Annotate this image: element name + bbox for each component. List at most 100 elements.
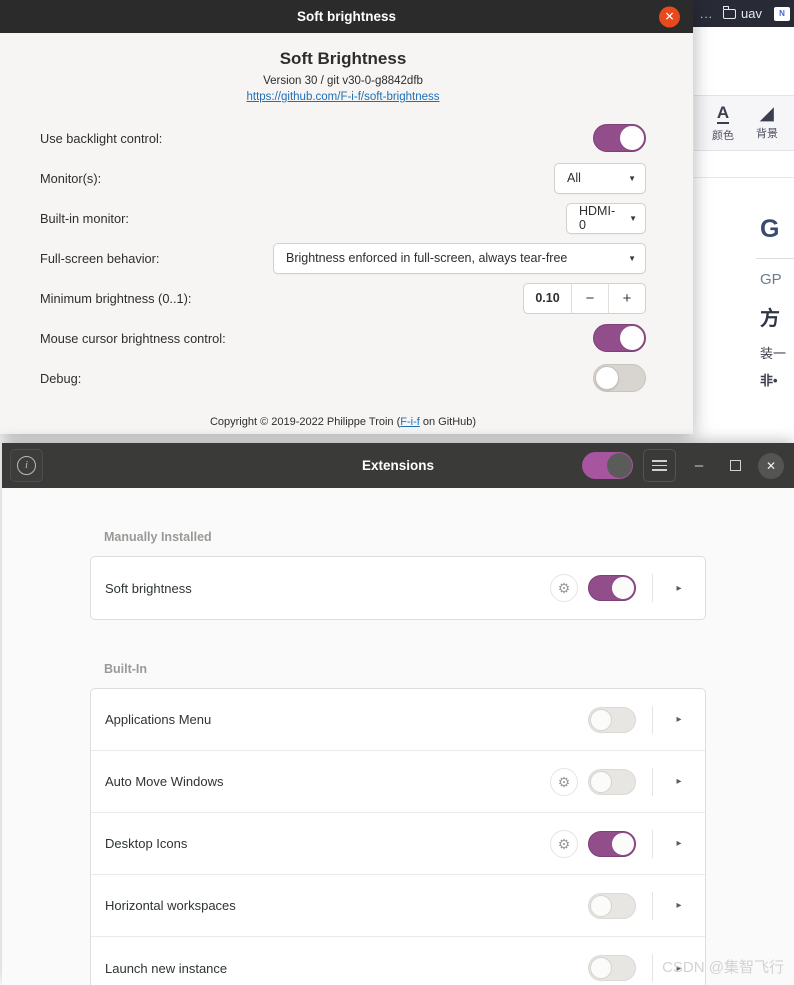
close-icon[interactable]: ✕ [659, 6, 680, 27]
extensions-window: i Extensions – ✕ Manually Installed Soft… [2, 443, 794, 985]
chevron-right-icon[interactable]: ▸ [653, 900, 705, 911]
dropdown-builtin-monitor-value: HDMI-0 [579, 204, 616, 232]
dropdown-monitors-value: All [567, 171, 581, 185]
toggle-extension-desktop-icons[interactable] [588, 830, 636, 857]
toggle-knob [590, 770, 612, 793]
menu-line [652, 460, 667, 462]
toolbar-item-font-color[interactable]: A 颜色 [712, 104, 734, 143]
topbar-overflow-ellipsis[interactable]: ... [700, 7, 713, 21]
toolbar-item-background[interactable]: ◢ 背景 [756, 105, 778, 141]
setting-label-debug: Debug: [40, 370, 82, 386]
document-rule [756, 258, 794, 259]
gear-icon[interactable]: ⚙ [550, 767, 578, 796]
extension-group-built-in: Applications Menu ▸ Auto Move Windows ⚙ [90, 688, 706, 985]
setting-label-monitors: Monitor(s): [40, 170, 102, 186]
soft-brightness-version: Version 30 / git v30-0-g8842dfb [263, 75, 423, 87]
info-icon[interactable]: i [10, 449, 43, 482]
chevron-down-icon: ▼ [629, 213, 637, 223]
list-item[interactable]: Auto Move Windows ⚙ ▸ [91, 751, 705, 813]
extension-group-manually-installed: Soft brightness ⚙ ▸ [90, 556, 706, 620]
setting-row-minimum-brightness: Minimum brightness (0..1): 0.10 − + [40, 282, 646, 314]
toggle-knob [620, 326, 644, 350]
toggle-knob [612, 577, 634, 599]
setting-label-mouse-cursor-brightness: Mouse cursor brightness control: [40, 330, 226, 346]
chevron-right-icon[interactable]: ▸ [653, 838, 705, 849]
maximize-icon[interactable] [722, 453, 748, 479]
dropdown-monitors[interactable]: All ▼ [554, 162, 646, 194]
setting-row-use-backlight-control: Use backlight control: [40, 122, 646, 154]
list-item[interactable]: Soft brightness ⚙ ▸ [91, 557, 705, 619]
setting-label-use-backlight-control: Use backlight control: [40, 130, 163, 146]
extension-name-desktop-icons: Desktop Icons [105, 836, 188, 851]
toolbar-item-font-color-label: 颜色 [712, 129, 734, 142]
soft-brightness-body: Soft Brightness Version 30 / git v30-0-g… [0, 33, 693, 434]
list-item[interactable]: Desktop Icons ⚙ ▸ [91, 813, 705, 875]
toggle-extension-applications-menu[interactable] [588, 706, 636, 733]
toggle-extension-soft-brightness[interactable] [588, 575, 636, 601]
spinner-increment-button[interactable]: + [608, 283, 645, 313]
menu-line [652, 464, 667, 467]
chevron-right-icon[interactable]: ▸ [653, 776, 705, 787]
toolbar-divider [694, 177, 794, 178]
extension-name-horizontal-workspaces: Horizontal workspaces [105, 898, 236, 913]
soft-brightness-project-link[interactable]: https://github.com/F-i-f/soft-brightness [40, 91, 646, 103]
gear-icon[interactable]: ⚙ [550, 574, 578, 602]
setting-row-builtin-monitor: Built-in monitor: HDMI-0 ▼ [40, 202, 646, 234]
topbar-folder-tab[interactable]: uav [722, 5, 762, 21]
toggle-mouse-cursor-brightness[interactable] [593, 324, 646, 352]
gear-icon[interactable]: ⚙ [550, 829, 578, 858]
spinner-decrement-button[interactable]: − [571, 283, 608, 313]
extensions-header: i Extensions – ✕ [2, 443, 794, 488]
toggle-debug[interactable] [593, 364, 646, 392]
copyright-author-link[interactable]: F-i-f [400, 416, 420, 428]
toggle-extensions-master[interactable] [582, 452, 633, 479]
toggle-knob [620, 126, 644, 150]
toggle-use-backlight-control[interactable] [593, 124, 646, 152]
hamburger-menu-icon[interactable] [643, 449, 676, 482]
gear-icon-placeholder [552, 955, 578, 981]
copyright-prefix: Copyright © 2019-2022 Philippe Troin ( [209, 416, 401, 428]
chevron-right-icon[interactable]: ▸ [653, 714, 705, 725]
info-glyph: i [17, 456, 36, 475]
menu-line [652, 469, 667, 471]
extensions-content: Manually Installed Soft brightness ⚙ ▸ B… [2, 488, 794, 985]
list-item[interactable]: Horizontal workspaces ▸ [91, 875, 705, 937]
document-body-line-1: 装一 [760, 346, 787, 361]
spinner-minimum-brightness[interactable]: 0.10 − + [523, 282, 646, 314]
font-color-icon: A [716, 102, 730, 124]
toggle-knob [590, 708, 612, 731]
soft-brightness-window: Soft brightness ✕ Soft Brightness Versio… [0, 0, 693, 434]
chevron-right-icon[interactable]: ▸ [653, 963, 705, 974]
extension-name-applications-menu: Applications Menu [105, 712, 212, 727]
document-heading: G [760, 215, 780, 243]
toggle-extension-auto-move-windows[interactable] [588, 768, 636, 795]
soft-brightness-titlebar: Soft brightness ✕ [0, 0, 693, 33]
topbar-app-badge-icon[interactable]: N [774, 6, 790, 21]
background-document: G GP 方 装一 非• [694, 185, 794, 389]
chevron-right-icon[interactable]: ▸ [653, 583, 705, 594]
chevron-down-icon: ▼ [628, 253, 636, 263]
toggle-knob [595, 366, 619, 390]
copyright-notice: Copyright © 2019-2022 Philippe Troin (F-… [40, 416, 646, 428]
dropdown-builtin-monitor[interactable]: HDMI-0 ▼ [566, 202, 646, 234]
minimize-icon[interactable]: – [686, 453, 712, 479]
setting-label-builtin-monitor: Built-in monitor: [40, 210, 129, 226]
dropdown-fullscreen-behavior-value: Brightness enforced in full-screen, alwa… [286, 251, 568, 265]
section-title-manually-installed: Manually Installed [104, 530, 212, 544]
folder-icon [722, 5, 737, 19]
toggle-knob [612, 832, 634, 855]
close-icon[interactable]: ✕ [758, 452, 784, 479]
list-item[interactable]: Launch new instance ▸ [91, 937, 705, 985]
toggle-extension-horizontal-workspaces[interactable] [588, 892, 636, 919]
soft-brightness-app-name: Soft Brightness [279, 49, 407, 68]
setting-row-monitors: Monitor(s): All ▼ [40, 162, 646, 194]
dropdown-fullscreen-behavior[interactable]: Brightness enforced in full-screen, alwa… [273, 242, 646, 274]
setting-label-minimum-brightness: Minimum brightness (0..1): [40, 290, 192, 306]
list-item[interactable]: Applications Menu ▸ [91, 689, 705, 751]
spinner-minimum-brightness-value[interactable]: 0.10 [524, 284, 571, 313]
extension-name-auto-move-windows: Auto Move Windows [105, 774, 224, 789]
setting-row-fullscreen-behavior: Full-screen behavior: Brightness enforce… [40, 242, 646, 274]
toggle-extension-launch-new-instance[interactable] [588, 955, 636, 981]
screen-root: ... uav N A 颜色 ◢ 背景 G GP 方 装一 非• Soft br… [0, 0, 794, 985]
toggle-knob [590, 894, 612, 917]
